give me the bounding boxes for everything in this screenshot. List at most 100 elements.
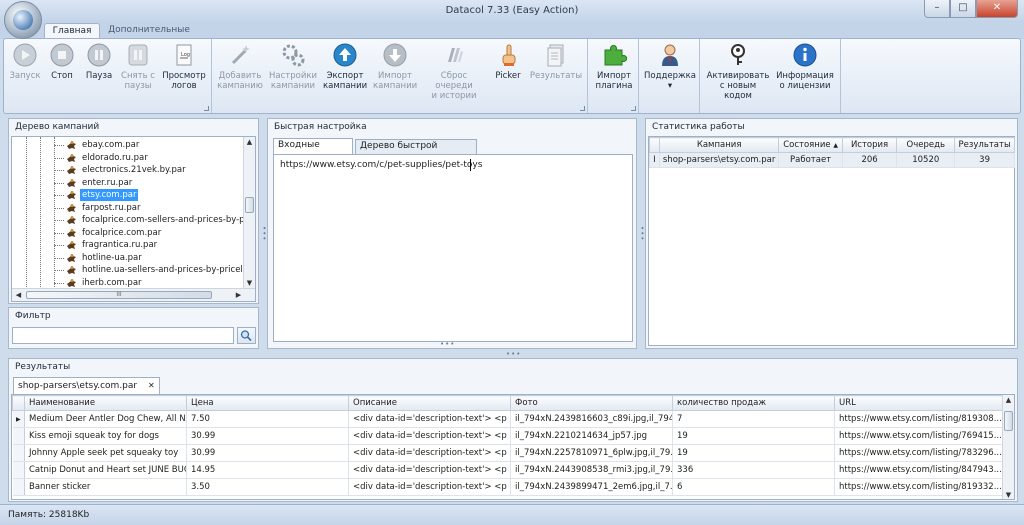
tree-item[interactable]: iherb.com.par (12, 277, 244, 289)
table-row[interactable]: Kiss emoji squeak toy for dogs 30.99 <div … (12, 427, 1009, 445)
cell-sales-count[interactable]: 7 (672, 410, 835, 428)
column-header-state[interactable]: Состояние ▲ (778, 137, 843, 153)
app-menu-button[interactable] (4, 1, 42, 39)
tree-item[interactable]: eldorado.ru.par (12, 152, 244, 164)
tree-item[interactable]: hotline-ua.par (12, 252, 244, 264)
cell-url[interactable]: https://www.etsy.com/listing/783296... (834, 444, 1009, 462)
cell-photo[interactable]: il_794xN.2439899471_2em6.jpg,il_7... (510, 478, 673, 496)
import-plugin-button[interactable]: Импорт плагина (592, 42, 636, 91)
cell-description[interactable]: <div data-id='description-text'> <p cl..… (348, 427, 511, 445)
picker-button[interactable]: Picker (491, 42, 525, 81)
results-button[interactable]: Результаты (529, 42, 583, 81)
cell-photo[interactable]: il_794xN.2257810971_6plw.jpg,il_79... (510, 444, 673, 462)
tree-vertical-scrollbar[interactable]: ▲ ▼ (243, 137, 255, 289)
group-options-grip[interactable] (631, 106, 636, 111)
cell-queue[interactable]: 10520 (896, 152, 956, 168)
tab-main[interactable]: Главная (44, 23, 100, 39)
filter-search-button[interactable] (237, 327, 256, 344)
cell-description[interactable]: <div data-id='description-text'> <p cl..… (348, 444, 511, 462)
activate-button[interactable]: Активировать с новым кодом (705, 42, 771, 101)
cell-photo[interactable]: il_794xN.2439816603_c89i.jpg,il_794... (510, 410, 673, 428)
cell-name[interactable]: Catnip Donut and Heart set JUNE BUG (24, 461, 187, 479)
stop-button[interactable]: Стоп (46, 42, 78, 81)
column-header-description[interactable]: Описание (348, 395, 511, 411)
minimize-button[interactable]: – (924, 0, 950, 18)
tree-item[interactable]: enter.ru.par (12, 177, 244, 189)
tab-additional[interactable]: Дополнительные (104, 23, 194, 39)
cell-price[interactable]: 7.50 (186, 410, 349, 428)
scroll-right-arrow-icon[interactable]: ▶ (233, 290, 244, 301)
cell-name[interactable]: Johnny Apple seek pet squeaky toy (24, 444, 187, 462)
close-tab-icon[interactable]: ✕ (148, 381, 155, 390)
cell-name[interactable]: Medium Deer Antler Dog Chew, All Nat... (24, 410, 187, 428)
tab-input-data[interactable]: Входные данные (273, 138, 353, 163)
support-dropdown-button[interactable]: Поддержка ▾ (644, 42, 696, 91)
cell-photo[interactable]: il_794xN.2210214634_jp57.jpg (510, 427, 673, 445)
column-header-url[interactable]: URL (834, 395, 1009, 411)
cell-sales-count[interactable]: 6 (672, 478, 835, 496)
column-header-sales-count[interactable]: количество продаж (672, 395, 835, 411)
view-logs-button[interactable]: Log Просмотр логов (162, 42, 206, 91)
import-campaigns-button[interactable]: Импорт кампании (373, 42, 417, 91)
maximize-button[interactable]: □ (950, 0, 976, 18)
tree-item[interactable]: focalprice.com-sellers-and-prices-by-pri… (12, 214, 255, 226)
tree-item[interactable]: electronics.21vek.by.par (12, 164, 244, 176)
cell-sales-count[interactable]: 19 (672, 427, 835, 445)
column-header-results[interactable]: Результаты (954, 137, 1015, 153)
group-options-grip[interactable] (204, 106, 209, 111)
table-row[interactable]: ▶ Medium Deer Antler Dog Chew, All Nat...… (12, 410, 1009, 428)
table-row[interactable]: Banner sticker 3.50 <div data-id='descript… (12, 478, 1009, 496)
table-row[interactable]: I shop-parsers\etsy.com.par Работает 206… (649, 152, 1015, 168)
scroll-down-arrow-icon[interactable]: ▼ (1003, 490, 1014, 499)
group-options-grip[interactable] (580, 106, 585, 111)
horizontal-splitter[interactable]: ••• (506, 350, 521, 358)
tree-item[interactable]: etsy.com.par (12, 189, 244, 201)
scroll-left-arrow-icon[interactable]: ◀ (13, 290, 24, 301)
unpause-button[interactable]: Снять с паузы (118, 42, 158, 91)
cell-results[interactable]: 39 (954, 152, 1015, 168)
tree-item[interactable]: hotline.ua-sellers-and-prices-by-priceli… (12, 264, 255, 276)
tab-quick-settings-tree[interactable]: Дерево быстрой настройки (355, 139, 477, 164)
scroll-thumb[interactable] (1004, 411, 1013, 431)
cell-price[interactable]: 30.99 (186, 444, 349, 462)
table-row[interactable]: Johnny Apple seek pet squeaky toy 30.99 <d… (12, 444, 1009, 462)
table-row[interactable]: Catnip Donut and Heart set JUNE BUG 14.95… (12, 461, 1009, 479)
results-tab[interactable]: shop-parsers\etsy.com.par ✕ (13, 377, 160, 394)
cell-url[interactable]: https://www.etsy.com/listing/819332... (834, 478, 1009, 496)
cell-state[interactable]: Работает (778, 152, 843, 168)
campaign-settings-button[interactable]: Настройки кампании (269, 42, 317, 91)
cell-description[interactable]: <div data-id='description-text'> <p cl..… (348, 410, 511, 428)
cell-url[interactable]: https://www.etsy.com/listing/769415... (834, 427, 1009, 445)
reset-queue-button[interactable]: Сброс очереди и истории (421, 42, 487, 101)
cell-photo[interactable]: il_794xN.2443908538_rmi3.jpg,il_79... (510, 461, 673, 479)
horizontal-splitter[interactable]: ••• (440, 340, 455, 348)
tree-item[interactable]: fragrantica.ru.par (12, 239, 244, 251)
pause-button[interactable]: Пауза (82, 42, 116, 81)
cell-description[interactable]: <div data-id='description-text'> <p cl..… (348, 478, 511, 496)
add-campaign-button[interactable]: Добавить кампанию (217, 42, 263, 91)
export-campaigns-button[interactable]: Экспорт кампании (323, 42, 367, 91)
cell-sales-count[interactable]: 19 (672, 444, 835, 462)
column-header-history[interactable]: История (841, 137, 898, 153)
scroll-thumb[interactable]: III (26, 291, 212, 299)
cell-name[interactable]: Banner sticker (24, 478, 187, 496)
column-header-campaign[interactable]: Кампания (658, 137, 780, 153)
cell-history[interactable]: 206 (841, 152, 898, 168)
scroll-up-arrow-icon[interactable]: ▲ (1003, 395, 1014, 406)
license-info-button[interactable]: Информация о лицензии (775, 42, 835, 91)
input-data-text[interactable]: https://www.etsy.com/c/pet-supplies/pet-… (280, 160, 482, 170)
cell-campaign[interactable]: shop-parsers\etsy.com.par (658, 152, 780, 168)
tree-item[interactable]: ebay.com.par (12, 139, 244, 151)
tree-horizontal-scrollbar[interactable]: ◀ III ▶ (12, 288, 255, 301)
cell-url[interactable]: https://www.etsy.com/listing/847943... (834, 461, 1009, 479)
close-button[interactable]: ✕ (976, 0, 1018, 18)
results-vertical-scrollbar[interactable]: ▲ ▼ (1002, 395, 1014, 499)
tree-item[interactable]: farpost.ru.par (12, 202, 244, 214)
column-header-queue[interactable]: Очередь (896, 137, 956, 153)
column-header-name[interactable]: Наименование (24, 395, 187, 411)
cell-sales-count[interactable]: 336 (672, 461, 835, 479)
filter-input[interactable] (12, 327, 234, 344)
column-header-price[interactable]: Цена (186, 395, 349, 411)
cell-price[interactable]: 3.50 (186, 478, 349, 496)
cell-url[interactable]: https://www.etsy.com/listing/819308... (834, 410, 1009, 428)
